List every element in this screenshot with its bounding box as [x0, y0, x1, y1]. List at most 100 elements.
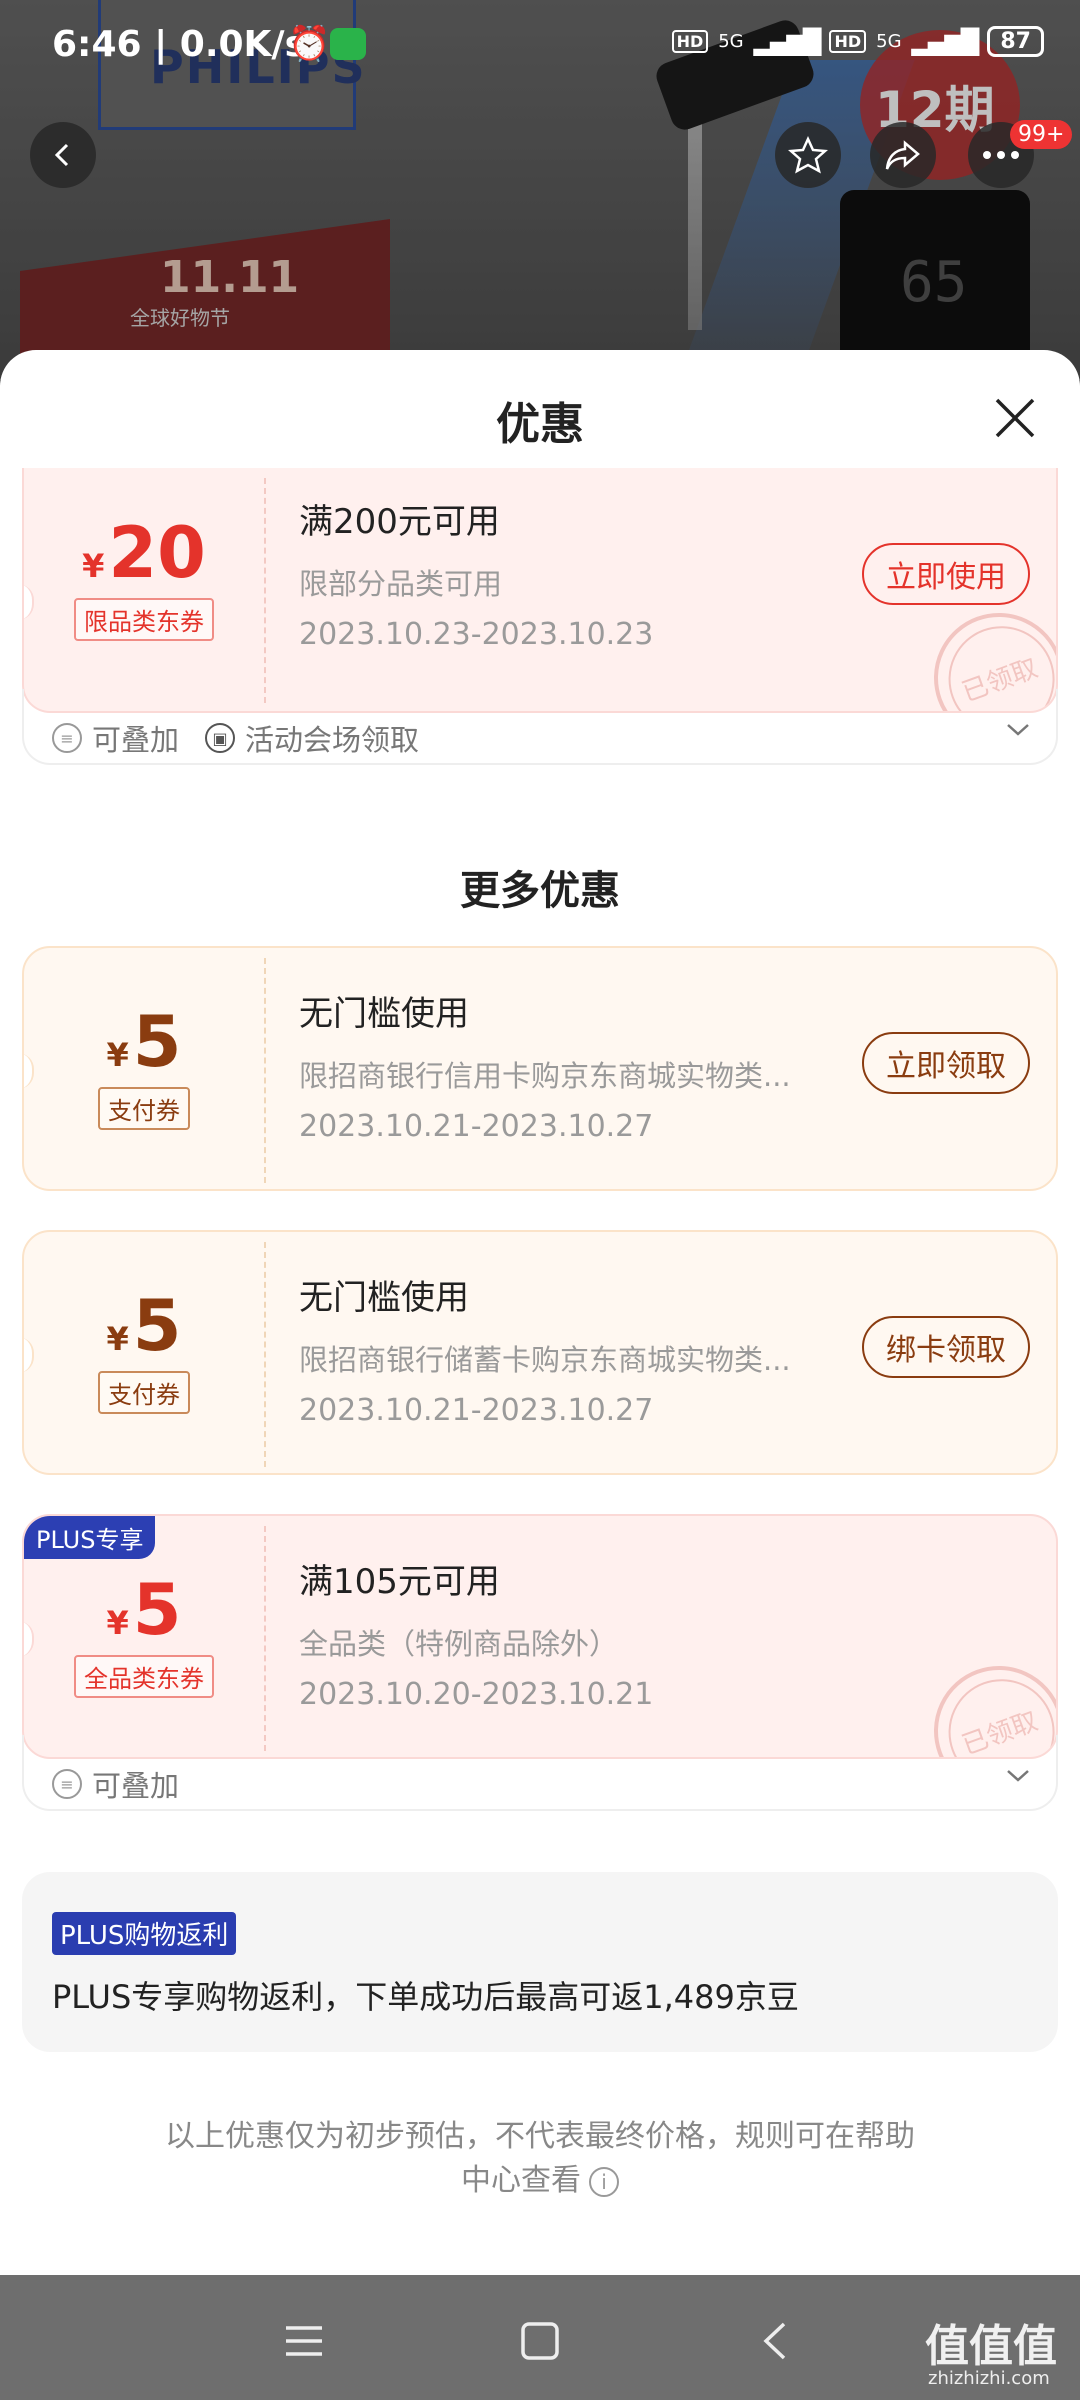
status-time: 6:46 | 0.0K/s	[52, 24, 307, 65]
coupon-date: 2023.10.23-2023.10.23	[299, 617, 654, 652]
coupon-amount: ¥ 5	[107, 1007, 182, 1077]
coupon-body: ¥ 20 限品类东券 满200元可用 限部分品类可用 2023.10.23-20…	[22, 468, 1058, 713]
coupon-value: ¥ 20 限品类东券	[24, 468, 264, 701]
coupon-type-tag: 支付券	[98, 1371, 190, 1414]
clock-text: 6:46	[52, 24, 142, 65]
coupon-card-4: PLUS专享 ¥ 5 全品类东券 满105元可用 全品类（特例商品除外） 202…	[22, 1514, 1058, 1811]
coupon-type-tag: 支付券	[98, 1087, 190, 1130]
coupon-info: 无门槛使用 限招商银行储蓄卡购京东商城实物类... 2023.10.21-202…	[299, 1270, 859, 1428]
coupon-info: 满105元可用 全品类（特例商品除外） 2023.10.20-2023.10.2…	[299, 1554, 859, 1712]
coupon-condition: 无门槛使用	[299, 1278, 469, 1318]
claim-now-button[interactable]: 立即领取	[862, 1032, 1030, 1094]
coupon-condition: 无门槛使用	[299, 994, 469, 1034]
net-type-1: 5G	[718, 31, 744, 52]
signal-icon: ▂▄▆█	[753, 27, 822, 56]
system-nav-bar	[0, 2275, 1080, 2400]
coupon-amount: ¥ 20	[82, 518, 206, 588]
bind-card-button[interactable]: 绑卡领取	[862, 1316, 1030, 1378]
coupon-amount: ¥ 5	[107, 1575, 182, 1645]
battery-icon: 87	[987, 26, 1044, 57]
share-icon	[885, 140, 920, 170]
coupon-type-tag: 限品类东券	[74, 598, 214, 641]
back-chevron-icon	[763, 2322, 786, 2360]
coupon-condition: 满105元可用	[299, 1562, 500, 1602]
coupon-card-2: ¥ 5 支付券 无门槛使用 限招商银行信用卡购京东商城实物类... 2023.1…	[22, 946, 1058, 1191]
coupon-divider	[264, 958, 266, 1183]
coupon-info: 无门槛使用 限招商银行信用卡购京东商城实物类... 2023.10.21-202…	[299, 986, 859, 1144]
currency-symbol: ¥	[82, 547, 105, 585]
coupon-footer[interactable]: ≡ 可叠加	[22, 1735, 1058, 1811]
disclaimer: 以上优惠仅为初步预估，不代表最终价格，规则可在帮助 中心查看 i	[130, 2115, 950, 2203]
stackable-label: ≡ 可叠加	[52, 1763, 179, 1805]
alarm-icon: ⏰	[288, 24, 331, 64]
star-icon	[788, 135, 828, 174]
status-right: HD 5G ▂▄▆█ HD 5G ▂▄▆█ 87	[671, 26, 1044, 57]
coupon-date: 2023.10.21-2023.10.27	[299, 1109, 654, 1144]
coupon-body: ¥ 5 支付券 无门槛使用 限招商银行信用卡购京东商城实物类... 2023.1…	[22, 946, 1058, 1191]
ticket-icon: ▣	[205, 723, 236, 753]
coupon-scope: 限招商银行信用卡购京东商城实物类...	[299, 1059, 791, 1093]
currency-symbol: ¥	[106, 1604, 129, 1642]
coupon-divider	[264, 1526, 266, 1751]
close-button[interactable]	[985, 388, 1045, 448]
share-button[interactable]	[870, 122, 936, 188]
info-icon[interactable]: i	[589, 2166, 619, 2197]
amount-number: 20	[108, 512, 206, 594]
chevron-down-icon[interactable]	[1006, 723, 1030, 737]
coupon-date: 2023.10.21-2023.10.27	[299, 1393, 654, 1428]
stackable-text: 可叠加	[92, 723, 180, 757]
home-square-icon	[521, 2322, 559, 2360]
use-now-button[interactable]: 立即使用	[862, 543, 1030, 605]
amount-number: 5	[132, 1569, 182, 1651]
disclaimer-line-2-wrap: 中心查看 i	[130, 2159, 950, 2203]
stackable-label: ≡ 可叠加	[52, 717, 179, 759]
hd-icon-2: HD	[829, 30, 867, 53]
more-dots-icon	[983, 151, 1019, 159]
coupon-scope: 限招商银行储蓄卡购京东商城实物类...	[299, 1343, 791, 1377]
menu-key[interactable]	[274, 2311, 334, 2371]
coupon-scope: 全品类（特例商品除外）	[299, 1627, 619, 1661]
plus-rebate-text: PLUS专享购物返利，下单成功后最高可返1,489京豆	[52, 1978, 799, 2016]
currency-symbol: ¥	[106, 1320, 129, 1358]
stackable-text: 可叠加	[92, 1769, 180, 1803]
site-watermark: 值值值	[925, 2321, 1057, 2372]
favorite-button[interactable]	[775, 122, 841, 188]
coupon-type-tag: 全品类东券	[74, 1655, 214, 1698]
coupon-scope: 限部分品类可用	[299, 567, 503, 601]
signal-icon-2: ▂▄▆█	[911, 27, 980, 56]
discount-sheet: 优惠 ¥ 20 限品类东券 满200元可用 限部分品类可用 2023.10.23…	[0, 350, 1080, 2275]
venue-text: 活动会场领取	[245, 723, 420, 757]
home-key[interactable]	[510, 2311, 570, 2371]
chevron-left-icon	[54, 143, 69, 167]
coupon-divider	[264, 1242, 266, 1467]
back-button[interactable]	[30, 122, 96, 188]
coupon-date: 2023.10.20-2023.10.21	[299, 1677, 654, 1712]
back-key[interactable]	[745, 2311, 805, 2371]
plus-rebate-card: PLUS购物返利 PLUS专享购物返利，下单成功后最高可返1,489京豆	[22, 1872, 1058, 2052]
sheet-title: 优惠	[496, 399, 584, 450]
coupon-body: PLUS专享 ¥ 5 全品类东券 满105元可用 全品类（特例商品除外） 202…	[22, 1514, 1058, 1759]
coupon-condition: 满200元可用	[299, 502, 500, 542]
plus-exclusive-badge: PLUS专享	[24, 1516, 156, 1559]
disclaimer-line-2: 中心查看	[461, 2163, 581, 2198]
net-type-2: 5G	[876, 31, 902, 52]
message-count-badge: 99+	[1010, 120, 1073, 149]
coupon-info: 满200元可用 限部分品类可用 2023.10.23-2023.10.23	[299, 494, 859, 652]
coupon-value: ¥ 5 支付券	[24, 948, 264, 1189]
coupon-body: ¥ 5 支付券 无门槛使用 限招商银行储蓄卡购京东商城实物类... 2023.1…	[22, 1230, 1058, 1475]
disclaimer-line-1: 以上优惠仅为初步预估，不代表最终价格，规则可在帮助	[165, 2119, 915, 2154]
more-discounts-title: 更多优惠	[460, 868, 620, 914]
plus-rebate-tag: PLUS购物返利	[52, 1912, 237, 1955]
stack-icon: ≡	[52, 723, 82, 753]
coupon-card-1: ¥ 20 限品类东券 满200元可用 限部分品类可用 2023.10.23-20…	[22, 468, 1058, 765]
site-watermark-url: zhizhizhi.com	[928, 2368, 1050, 2389]
chevron-down-icon[interactable]	[1006, 1769, 1030, 1783]
amount-number: 5	[132, 1285, 182, 1367]
coupon-amount: ¥ 5	[107, 1291, 182, 1361]
hd-icon: HD	[671, 30, 709, 53]
coupon-value: ¥ 5 支付券	[24, 1232, 264, 1473]
coupon-card-3: ¥ 5 支付券 无门槛使用 限招商银行储蓄卡购京东商城实物类... 2023.1…	[22, 1230, 1058, 1475]
wechat-icon	[330, 28, 366, 60]
venue-label: ▣ 活动会场领取	[205, 717, 419, 759]
coupon-footer[interactable]: ≡ 可叠加 ▣ 活动会场领取	[22, 689, 1058, 765]
